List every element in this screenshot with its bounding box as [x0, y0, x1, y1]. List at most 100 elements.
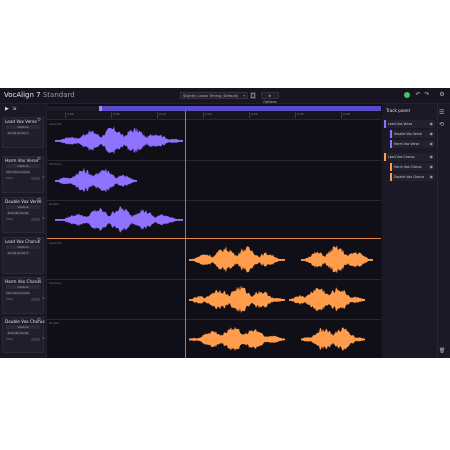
track-panel-label: Double Vox Verse — [394, 132, 422, 136]
track-panel-item[interactable]: Harm Vox Chorus ◉ — [390, 163, 435, 171]
track-header[interactable]: Lead Vox Verse ⚙ Capture Guide Guide 1 — [2, 117, 44, 148]
time-label: Time — [6, 176, 13, 180]
mode-selector[interactable]: Capture — [6, 325, 40, 329]
track-name: Lead Vox Chorus — [5, 239, 40, 244]
track-settings-icon[interactable]: ⚙ — [37, 198, 41, 203]
track-panel-item[interactable]: Lead Vox Verse ◉ — [384, 120, 435, 128]
track-settings-icon[interactable]: ⚙ — [37, 318, 41, 323]
track-header[interactable]: Harm Vox Chorus ⚙ Capture Dub Harm Guide Tim… — [2, 277, 45, 314]
play-icon[interactable]: ▶ — [5, 106, 9, 112]
guide-selector[interactable]: Dub Harm Guide — [6, 291, 30, 295]
time-toggle[interactable] — [31, 218, 40, 221]
track-name: Harm Vox Chorus — [5, 279, 42, 284]
ruler-tick: 0:05 — [111, 112, 120, 118]
waveform — [55, 205, 183, 233]
guide-selector[interactable]: Guide Guide 3 — [6, 251, 30, 255]
track-color-bar — [384, 153, 386, 161]
track-color-bar — [384, 120, 386, 128]
history-icon[interactable]: ⟲ — [439, 121, 444, 128]
visibility-eye-icon[interactable]: ◉ — [430, 164, 434, 169]
track-settings-icon[interactable]: ⚙ — [37, 278, 41, 283]
visibility-eye-icon[interactable]: ◉ — [430, 121, 434, 126]
track-panel-item[interactable]: Lead Vox Chorus ◉ — [384, 153, 435, 161]
waveform-lane[interactable]: Harmony — [47, 160, 381, 201]
track-settings-icon[interactable]: ⚙ — [37, 118, 41, 123]
selection-tool-icon[interactable]: ⇲ — [12, 106, 16, 112]
guide-dub-divider — [47, 238, 381, 239]
track-settings-icon[interactable]: ⚙ — [37, 238, 41, 243]
mode-selector[interactable]: Capture — [6, 205, 40, 209]
save-preset-button[interactable] — [250, 92, 256, 99]
ruler-tick: 0:15 — [203, 112, 212, 118]
track-panel-item[interactable]: Double Vox Verse ◉ — [390, 130, 435, 138]
preset-dropdown[interactable]: Slightly Loose Timing (Default) ▾ — [180, 92, 248, 99]
chevron-down-icon: ▾ — [243, 94, 245, 98]
vocalign-window: VocAlign 7 Standard Slightly Loose Timin… — [0, 88, 450, 358]
track-panel: Track panel Lead Vox Verse ◉ Double Vox Ve… — [382, 104, 450, 358]
waveform-lane[interactable]: Double — [47, 319, 381, 358]
waveform-lane[interactable]: Lead Vox — [47, 120, 381, 161]
playhead[interactable] — [185, 111, 186, 358]
track-header[interactable]: Lead Vox Chorus ⚙ Capture Guide Guide 3 — [2, 237, 44, 274]
track-panel-item[interactable]: Harm Vox Verse ◉ — [390, 140, 435, 148]
guide-selector[interactable]: Dub Dbl Guide — [6, 211, 30, 215]
link-icon: ∞ — [42, 216, 45, 220]
track-name: Harm Vox Verse — [5, 158, 39, 163]
guide-selector[interactable]: Guide Guide 1 — [6, 131, 30, 135]
time-ruler[interactable]: 0:00 0:05 0:10 0:15 0:20 0:25 0:30 — [47, 111, 381, 120]
ruler-tick: 0:00 — [65, 112, 74, 118]
audio-region — [55, 205, 183, 233]
track-color-bar — [390, 130, 392, 138]
title-bar: VocAlign 7 Standard Slightly Loose Timin… — [0, 88, 450, 104]
track-panel-title: Track panel — [386, 108, 410, 113]
track-panel-item[interactable]: Double Vox Chorus ◉ — [390, 173, 435, 181]
track-color-bar — [390, 140, 392, 148]
track-settings-icon[interactable]: ⚙ — [37, 157, 41, 162]
timeline-area[interactable]: 0:00 0:05 0:10 0:15 0:20 0:25 0:30 Lead … — [47, 104, 381, 358]
link-icon: ∞ — [42, 175, 45, 179]
trash-icon[interactable]: 🗑 — [439, 348, 445, 354]
waveform — [189, 326, 365, 351]
track-panel-label: Lead Vox Chorus — [388, 155, 415, 159]
track-header-panel: ▶ ⇲ Lead Vox Verse ⚙ Capture Guide Guide 1H… — [0, 104, 47, 358]
waveform — [55, 167, 137, 193]
app-title: VocAlign 7 Standard — [4, 91, 75, 99]
audio-region — [55, 126, 183, 155]
mode-selector[interactable]: Capture — [6, 164, 40, 168]
time-label: Time — [6, 297, 13, 301]
time-toggle[interactable] — [31, 338, 40, 341]
track-color-bar — [390, 173, 392, 181]
redo-icon[interactable]: ↷ — [423, 91, 431, 99]
time-toggle[interactable] — [31, 298, 40, 301]
track-header[interactable]: Harm Vox Verse ⚙ Capture Dub Harm Guide Time… — [2, 156, 45, 193]
options-button[interactable]: ⊕ Options — [261, 92, 279, 104]
track-header[interactable]: Double Vox Verse ⚙ Capture Dub Dbl Guide Tim… — [2, 197, 45, 233]
guide-selector[interactable]: Dub Harm Guide — [6, 170, 30, 174]
track-panel-label: Double Vox Chorus — [394, 175, 425, 179]
guide-selector[interactable]: Dub Dbl Guide — [6, 331, 30, 335]
track-panel-label: Lead Vox Verse — [388, 122, 413, 126]
audio-region — [301, 327, 365, 351]
waveform-lane[interactable]: Harmony — [47, 279, 381, 320]
visibility-eye-icon[interactable]: ◉ — [430, 141, 434, 146]
settings-gear-icon[interactable]: ⚙ — [438, 91, 446, 99]
mode-selector[interactable]: Capture — [6, 245, 40, 249]
time-label: Time — [6, 337, 13, 341]
mode-selector[interactable]: Capture — [6, 125, 40, 129]
link-icon: ∞ — [42, 336, 45, 340]
audio-region — [301, 245, 373, 274]
visibility-eye-icon[interactable]: ◉ — [430, 174, 434, 179]
waveform-lane[interactable]: Lead Vox — [47, 239, 381, 280]
visibility-eye-icon[interactable]: ◉ — [430, 131, 434, 136]
track-header[interactable]: Double Vox Chorus ⚙ Capture Dub Dbl Guide Ti… — [2, 317, 45, 353]
visibility-eye-icon[interactable]: ◉ — [430, 154, 434, 159]
waveform — [189, 245, 373, 274]
list-view-icon[interactable]: ☰ — [439, 109, 444, 116]
waveform-lane[interactable]: Double — [47, 200, 381, 239]
undo-icon[interactable]: ↶ — [414, 91, 422, 99]
app-name: VocAlign 7 — [4, 91, 41, 99]
mode-selector[interactable]: Capture — [6, 285, 40, 289]
waveform — [55, 126, 183, 155]
audio-region — [189, 245, 285, 273]
time-toggle[interactable] — [31, 177, 40, 180]
